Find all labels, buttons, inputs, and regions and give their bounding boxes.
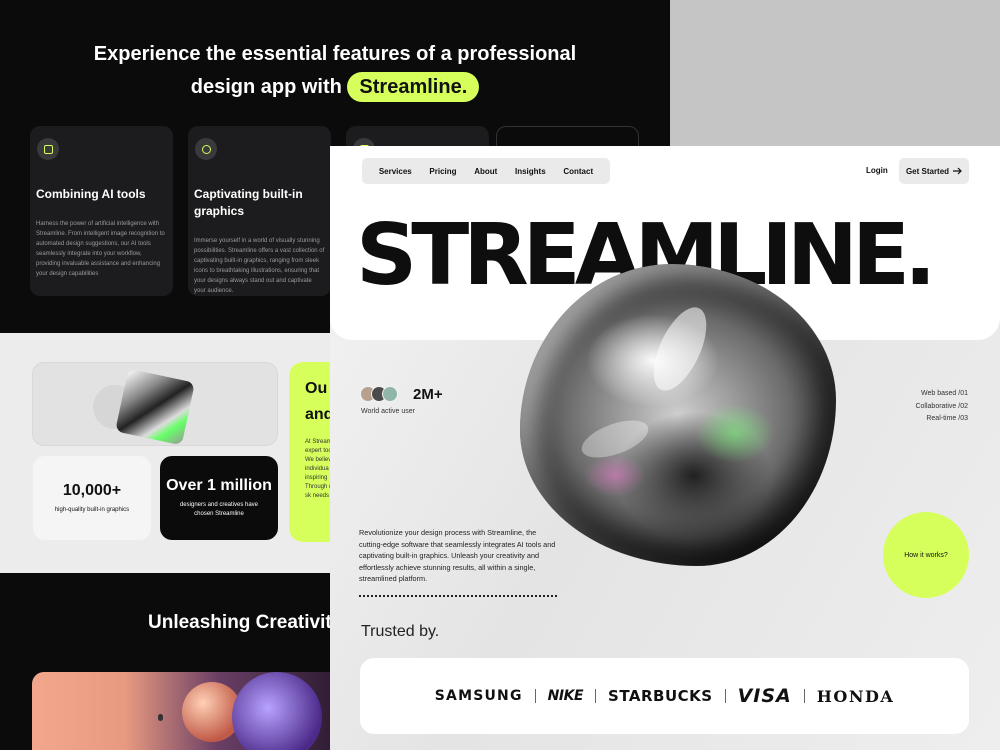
logo-divider — [803, 689, 805, 703]
starbucks-logo: STARBUCKS — [608, 687, 713, 705]
stat-value: 10,000+ — [62, 481, 122, 499]
cta-label: Get Started — [905, 166, 950, 176]
main-nav: Services Pricing About Insights Contact — [362, 158, 610, 184]
stat-card-graphics: 10,000+ high-quality built-in graphics — [33, 456, 151, 540]
nav-pricing[interactable]: Pricing — [429, 167, 456, 176]
headline-highlight: Streamline. — [347, 72, 480, 102]
arrow-right-icon — [953, 167, 962, 175]
trusted-title: Trusted by. — [361, 623, 440, 640]
nav-services[interactable]: Services — [379, 167, 412, 176]
visa-logo: VISA — [737, 685, 792, 707]
nike-logo: NIKE — [547, 688, 584, 704]
feature-card-ai-tools[interactable]: Combining AI tools Harness the power of … — [30, 126, 173, 296]
card-body: Immerse yourself in a world of visually … — [194, 238, 325, 294]
dotted-divider — [359, 595, 557, 597]
feature-item: Web based /01 — [921, 390, 968, 397]
headline-text: design app with — [190, 76, 342, 98]
honda-logo: HONDA — [816, 686, 895, 706]
headline-line-2: design app with Streamline. — [0, 71, 670, 104]
user-avatars — [360, 386, 398, 402]
nav-about[interactable]: About — [474, 167, 497, 176]
partner-logos: SAMSUNG NIKE STARBUCKS VISA HONDA — [360, 658, 969, 734]
stat-label: designers and creatives have chosen Stre… — [179, 502, 259, 517]
feature-card-graphics[interactable]: Captivating built-in graphics Immerse yo… — [188, 126, 331, 296]
banner-image — [32, 362, 278, 446]
image-detail — [158, 714, 163, 721]
how-it-works-button[interactable]: How it works? — [883, 512, 969, 598]
graphics-icon — [195, 138, 217, 160]
stat-label: high-quality built-in graphics — [54, 506, 130, 513]
stat-card-designers: Over 1 million designers and creatives h… — [160, 456, 278, 540]
front-page: Services Pricing About Insights Contact … — [330, 146, 1000, 750]
how-label: How it works? — [904, 551, 948, 559]
nav-insights[interactable]: Insights — [515, 167, 546, 176]
headline-line-1: Experience the essential features of a p… — [93, 43, 577, 65]
blob-highlight — [576, 412, 654, 466]
card-body: Harness the power of artificial intellig… — [36, 221, 165, 277]
section-title: Unleashing Creativit — [148, 612, 332, 633]
login-link[interactable]: Login — [866, 166, 888, 175]
feature-item: Collaborative /02 — [915, 402, 968, 410]
logo-divider — [724, 689, 726, 703]
feature-list: Web based /01 Collaborative /02 Real-tim… — [915, 388, 968, 426]
blob-highlight — [642, 299, 718, 399]
hero-description: Revolutionize your design process with S… — [359, 528, 556, 583]
avatar — [382, 386, 398, 402]
glass-blob-image — [115, 368, 195, 445]
features-headline: Experience the essential features of a p… — [0, 38, 670, 104]
get-started-button[interactable]: Get Started — [899, 158, 969, 184]
card-title: Captivating built-in graphics — [194, 187, 303, 218]
cpu-icon — [37, 138, 59, 160]
feature-item: Real-time /03 — [926, 415, 968, 422]
nav-contact[interactable]: Contact — [563, 167, 593, 176]
orb-shape — [232, 672, 322, 750]
card-title: Combining AI tools — [36, 187, 146, 201]
logo-divider — [534, 689, 536, 703]
logo-divider — [595, 689, 597, 703]
glass-blob-image — [520, 264, 836, 566]
users-count: 2M+ — [413, 386, 443, 403]
users-label: World active user — [361, 408, 415, 415]
gradient-hero-image — [32, 672, 342, 750]
stat-value: Over 1 million — [166, 477, 272, 494]
samsung-logo: SAMSUNG — [434, 688, 523, 704]
